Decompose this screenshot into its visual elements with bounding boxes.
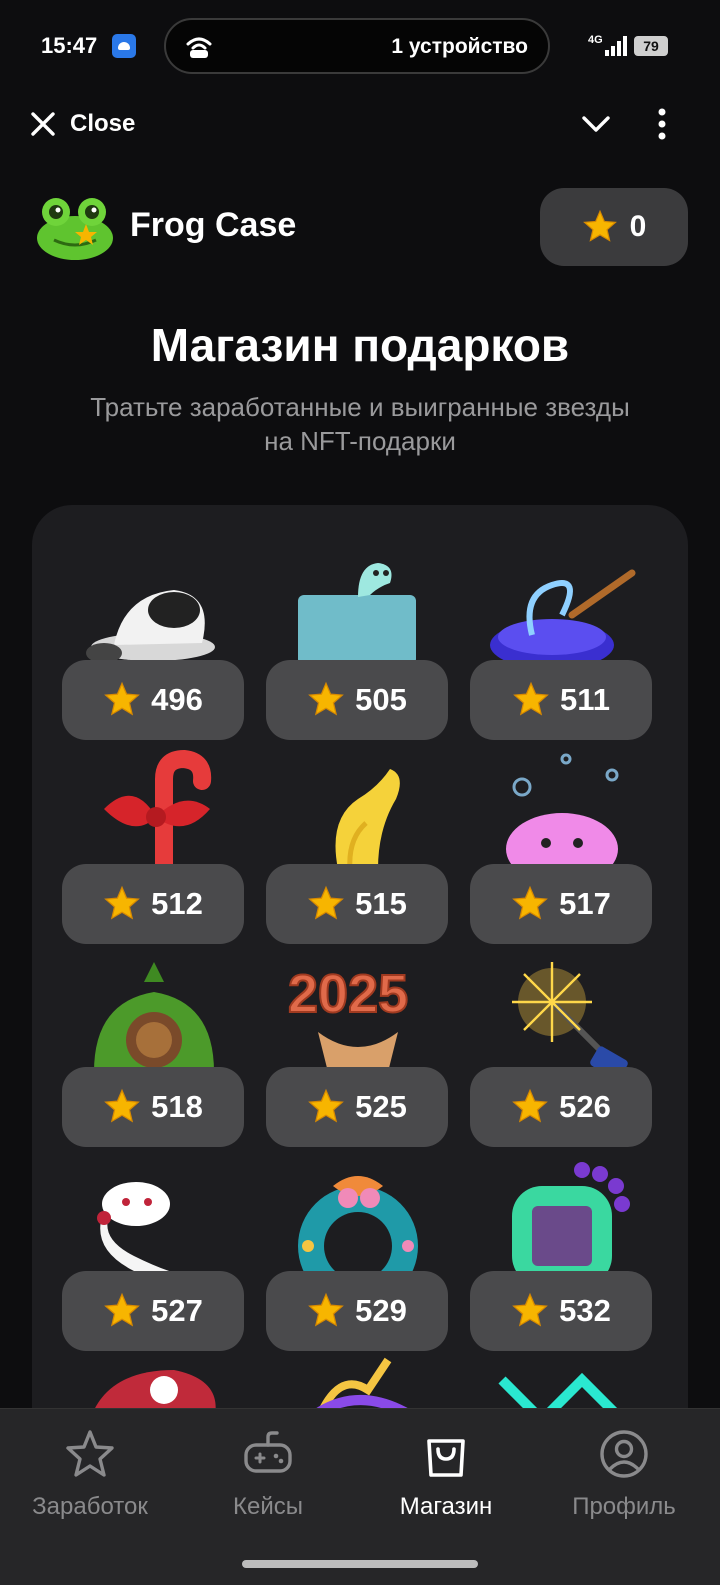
star-icon bbox=[104, 681, 140, 716]
star-icon bbox=[104, 885, 140, 920]
christmas-wreath-gift-icon bbox=[298, 1176, 418, 1276]
gift-card[interactable]: 512 bbox=[62, 739, 244, 944]
star-icon bbox=[104, 1088, 140, 1123]
gift-price: 532 bbox=[559, 1293, 611, 1328]
gift-price: 527 bbox=[151, 1293, 203, 1328]
bottom-navigation: Заработок Кейсы Магазин Профиль bbox=[0, 1408, 720, 1585]
nav-shop[interactable]: Магазин bbox=[356, 1427, 536, 1537]
gift-card[interactable]: 496 bbox=[62, 535, 244, 740]
cake-2025-gift-icon: 2025 bbox=[287, 963, 409, 1072]
gift-price: 525 bbox=[355, 1089, 407, 1124]
star-icon bbox=[308, 1088, 344, 1123]
nav-profile[interactable]: Профиль bbox=[534, 1427, 714, 1537]
gift-card[interactable]: 515 bbox=[266, 739, 448, 944]
gift-price-button[interactable]: 517 bbox=[470, 864, 652, 944]
nav-cases-label: Кейсы bbox=[233, 1493, 303, 1520]
home-indicator[interactable] bbox=[242, 1560, 478, 1568]
gift-price-button[interactable]: 512 bbox=[62, 864, 244, 944]
star-outline-icon bbox=[66, 1430, 114, 1477]
green-gadget-gift-icon bbox=[512, 1162, 630, 1276]
app-title: Frog Case bbox=[130, 206, 297, 244]
status-time: 15:47 bbox=[41, 33, 98, 58]
gift-card[interactable]: 511 bbox=[470, 535, 652, 740]
gift-price: 496 bbox=[151, 682, 203, 717]
gift-price-button[interactable]: 525 bbox=[266, 1067, 448, 1147]
gift-price-button[interactable]: 518 bbox=[62, 1067, 244, 1147]
close-label: Close bbox=[70, 110, 136, 137]
balance-value: 0 bbox=[629, 210, 647, 243]
shopping-bag-icon bbox=[427, 1439, 465, 1477]
gift-price: 512 bbox=[151, 886, 203, 921]
gift-price: 518 bbox=[151, 1089, 203, 1124]
battery-icon: 79 bbox=[634, 36, 668, 56]
gift-price: 529 bbox=[355, 1293, 407, 1328]
candy-cane-bow-gift-icon bbox=[104, 749, 212, 869]
gift-price-button[interactable]: 532 bbox=[470, 1271, 652, 1351]
gamepad-icon bbox=[244, 1431, 292, 1473]
gift-card[interactable]: 529 bbox=[266, 1146, 448, 1351]
frog-logo-icon bbox=[37, 198, 113, 260]
dynamic-island[interactable]: 1 устройство bbox=[164, 18, 550, 74]
star-icon bbox=[308, 1292, 344, 1327]
star-icon bbox=[512, 885, 548, 920]
gift-price: 505 bbox=[355, 682, 407, 717]
page-subtitle: Тратьте заработанные и выигранные звезды… bbox=[90, 392, 630, 456]
gift-price-button[interactable]: 526 bbox=[470, 1067, 652, 1147]
svg-text:2025: 2025 bbox=[288, 964, 408, 1024]
gift-price-button[interactable]: 511 bbox=[470, 660, 652, 740]
banana-gift-icon bbox=[335, 769, 400, 869]
close-icon bbox=[31, 112, 55, 136]
gift-price-button[interactable]: 505 bbox=[266, 660, 448, 740]
nav-profile-label: Профиль bbox=[572, 1493, 676, 1520]
gift-card[interactable]: 505 bbox=[266, 535, 448, 740]
hobbit-house-gift-icon bbox=[94, 962, 214, 1072]
gift-card[interactable]: 532 bbox=[470, 1146, 652, 1351]
star-icon bbox=[308, 885, 344, 920]
mushroom-gift-icon bbox=[86, 590, 215, 663]
gift-card[interactable]: 527 bbox=[62, 1146, 244, 1351]
nav-earn-label: Заработок bbox=[32, 1493, 148, 1520]
gift-price: 526 bbox=[559, 1089, 611, 1124]
pink-octopus-gift-icon bbox=[506, 753, 619, 869]
star-icon bbox=[513, 681, 549, 716]
gift-price: 511 bbox=[559, 682, 610, 717]
nav-earn[interactable]: Заработок bbox=[0, 1427, 180, 1537]
gift-price-button[interactable]: 515 bbox=[266, 864, 448, 944]
app-header: Frog Case 0 bbox=[0, 186, 720, 268]
gift-price: 515 bbox=[355, 886, 407, 921]
white-snake-gift-icon bbox=[97, 1182, 224, 1276]
android-app-icon bbox=[112, 34, 136, 58]
gift-card[interactable]: 526 bbox=[470, 942, 652, 1147]
gift-card[interactable]: 2025 525 bbox=[266, 942, 448, 1147]
gift-card[interactable]: 518 bbox=[62, 942, 244, 1147]
star-icon bbox=[582, 209, 617, 242]
aquarium-snake-gift-icon bbox=[298, 563, 416, 665]
star-icon bbox=[512, 1088, 548, 1123]
network-type: 4G bbox=[588, 34, 603, 46]
gift-price-button[interactable]: 496 bbox=[62, 660, 244, 740]
user-circle-icon bbox=[600, 1430, 648, 1478]
gift-card[interactable]: 517 bbox=[470, 739, 652, 944]
magic-cauldron-gift-icon bbox=[490, 569, 636, 665]
gift-price-button[interactable]: 527 bbox=[62, 1271, 244, 1351]
star-icon bbox=[308, 681, 344, 716]
island-text: 1 устройство bbox=[391, 35, 528, 58]
gift-price: 517 bbox=[559, 886, 611, 921]
gift-price-button[interactable]: 529 bbox=[266, 1271, 448, 1351]
stars-balance[interactable]: 0 bbox=[540, 188, 688, 266]
star-icon bbox=[512, 1292, 548, 1327]
close-button[interactable]: Close bbox=[30, 106, 135, 142]
nav-shop-label: Магазин bbox=[399, 1493, 493, 1520]
signal-icon bbox=[605, 36, 627, 56]
hotspot-icon bbox=[186, 37, 212, 58]
more-options-icon[interactable] bbox=[650, 104, 674, 144]
webapp-header: Close bbox=[0, 92, 720, 158]
page-title: Магазин подарков bbox=[150, 319, 570, 371]
chevron-down-icon[interactable] bbox=[578, 106, 614, 142]
star-icon bbox=[104, 1292, 140, 1327]
sparkler-gift-icon bbox=[512, 962, 628, 1072]
nav-cases[interactable]: Кейсы bbox=[178, 1427, 358, 1537]
status-bar: 15:47 1 устройство 4G 79 bbox=[0, 0, 720, 92]
